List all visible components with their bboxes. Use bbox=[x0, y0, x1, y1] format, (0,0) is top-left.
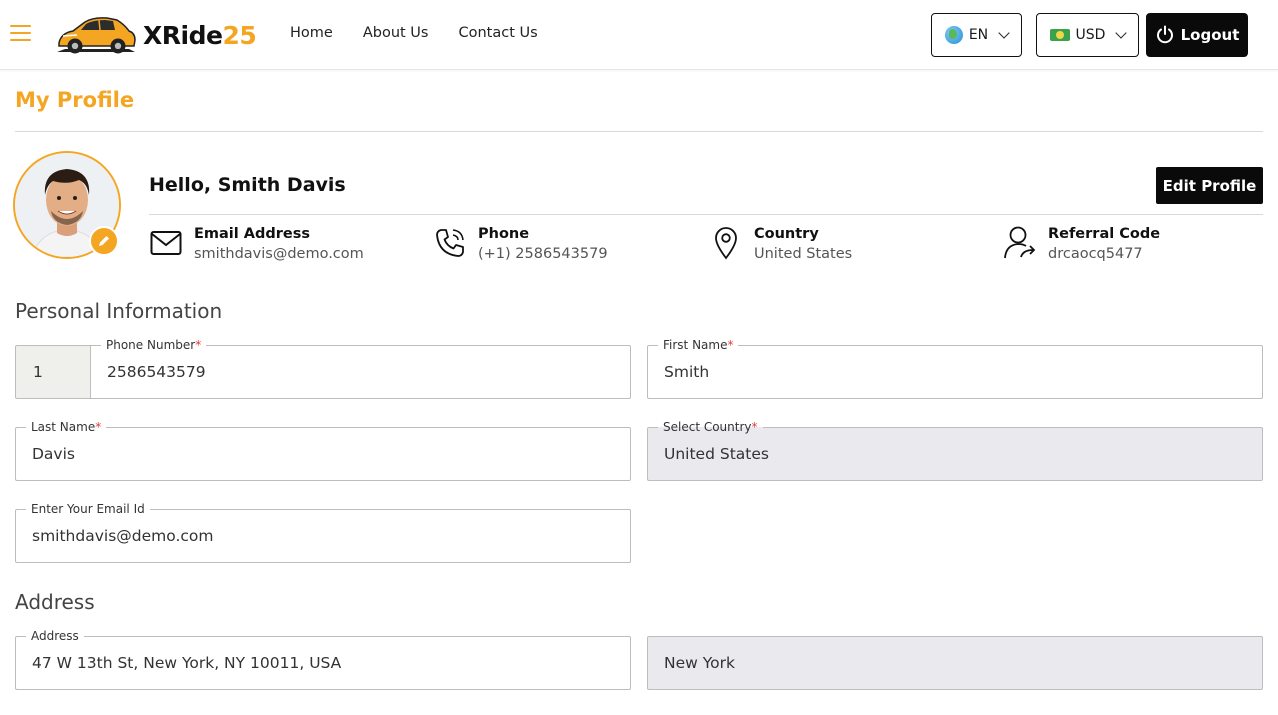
address-input[interactable]: 47 W 13th St, New York, NY 10011, USA bbox=[32, 637, 341, 689]
chevron-down-icon bbox=[1115, 27, 1128, 39]
country-code-value: 1 bbox=[33, 363, 43, 381]
globe-icon bbox=[944, 26, 963, 44]
email-input[interactable]: smithdavis@demo.com bbox=[32, 510, 214, 562]
info-referral: Referral Code drcaocq5477 bbox=[1003, 225, 1160, 264]
brand-logo[interactable]: XRide25 bbox=[55, 12, 257, 58]
info-email: Email Address smithdavis@demo.com bbox=[149, 225, 364, 264]
country-code-select[interactable]: 1 bbox=[15, 345, 91, 399]
city-input: New York bbox=[664, 654, 735, 672]
info-country: Country United States bbox=[709, 225, 852, 264]
phone-icon bbox=[433, 225, 467, 261]
email-field[interactable]: Enter Your Email Id smithdavis@demo.com bbox=[15, 501, 631, 563]
user-share-icon bbox=[1003, 225, 1037, 261]
edit-profile-button[interactable]: Edit Profile bbox=[1156, 167, 1263, 204]
chevron-down-icon bbox=[998, 27, 1010, 39]
info-value: United States bbox=[754, 246, 853, 262]
address-heading: Address bbox=[15, 590, 95, 614]
first-name-field[interactable]: First Name* Smith bbox=[647, 337, 1263, 399]
last-name-input[interactable]: Davis bbox=[32, 428, 75, 480]
main-nav: Home About Us Contact Us bbox=[290, 25, 538, 41]
info-value: (+1) 2586543579 bbox=[478, 246, 608, 262]
language-select[interactable]: EN bbox=[931, 13, 1022, 57]
info-label: Referral Code bbox=[1048, 226, 1161, 242]
info-label: Phone bbox=[478, 226, 530, 242]
city-field: New York bbox=[647, 636, 1263, 690]
greeting: Hello, Smith Davis bbox=[149, 174, 346, 196]
brand-name: XRide25 bbox=[143, 20, 257, 50]
page-title: My Profile bbox=[15, 88, 135, 112]
info-label: Country bbox=[754, 226, 819, 242]
nav-home[interactable]: Home bbox=[290, 25, 333, 41]
logout-label: Logout bbox=[1180, 26, 1240, 44]
power-icon bbox=[1156, 25, 1173, 44]
country-input: United States bbox=[664, 445, 769, 463]
location-pin-icon bbox=[709, 225, 743, 261]
phone-number-input[interactable]: 2586543579 bbox=[107, 346, 206, 398]
banknote-icon bbox=[1049, 29, 1070, 41]
hamburger-menu-icon[interactable] bbox=[10, 25, 31, 43]
pencil-icon bbox=[99, 236, 109, 246]
phone-number-field[interactable]: Phone Number* 2586543579 bbox=[90, 337, 631, 399]
divider bbox=[15, 131, 1263, 132]
currency-select[interactable]: USD bbox=[1036, 13, 1139, 57]
logout-button[interactable]: Logout bbox=[1146, 13, 1248, 57]
last-name-field[interactable]: Last Name* Davis bbox=[15, 419, 631, 481]
nav-about-us[interactable]: About Us bbox=[363, 25, 429, 41]
car-logo-icon bbox=[57, 17, 136, 54]
personal-info-heading: Personal Information bbox=[15, 299, 223, 323]
info-label: Email Address bbox=[194, 226, 311, 242]
currency-value: USD bbox=[1075, 27, 1106, 43]
info-value: drcaocq5477 bbox=[1048, 246, 1143, 262]
address-field[interactable]: Address 47 W 13th St, New York, NY 10011… bbox=[15, 628, 631, 690]
first-name-input[interactable]: Smith bbox=[664, 346, 709, 398]
edit-avatar-button[interactable] bbox=[89, 226, 119, 256]
info-value: smithdavis@demo.com bbox=[194, 246, 364, 262]
select-country-field: Select Country* United States bbox=[647, 419, 1263, 481]
divider bbox=[149, 214, 1263, 215]
nav-contact-us[interactable]: Contact Us bbox=[458, 25, 537, 41]
language-value: EN bbox=[968, 27, 989, 43]
mail-icon bbox=[149, 225, 183, 261]
top-navbar: XRide25 Home About Us Contact Us EN USD … bbox=[0, 0, 1278, 70]
info-phone: Phone (+1) 2586543579 bbox=[433, 225, 608, 264]
